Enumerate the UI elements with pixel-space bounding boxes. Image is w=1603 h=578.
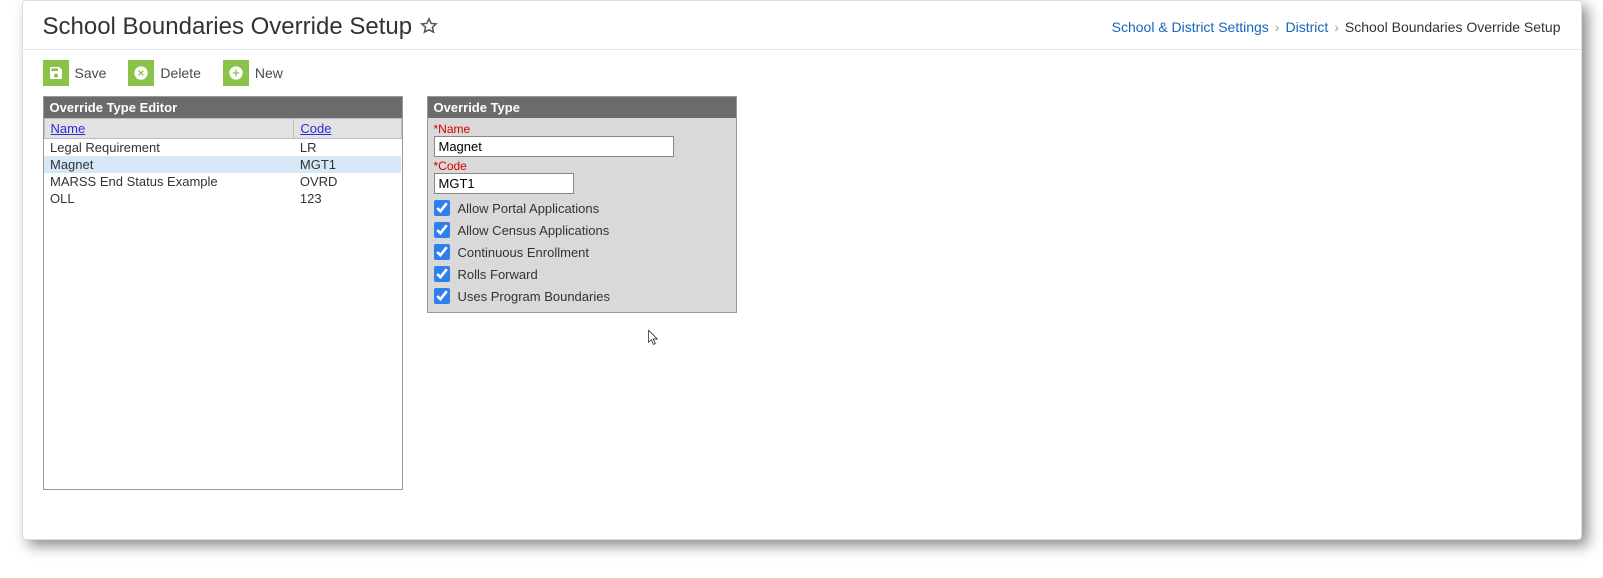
chevron-right-icon: › xyxy=(1334,19,1339,35)
page: School Boundaries Override Setup School … xyxy=(22,0,1582,540)
cell-code: MGT1 xyxy=(294,156,401,173)
save-label: Save xyxy=(75,65,107,81)
table-row[interactable]: Legal RequirementLR xyxy=(44,139,401,157)
override-type-editor-panel: Override Type Editor Name Code Legal Req… xyxy=(43,96,403,490)
favorite-star-icon[interactable] xyxy=(420,17,438,38)
breadcrumb-link-2[interactable]: District xyxy=(1285,19,1328,35)
delete-icon xyxy=(128,60,154,86)
form-body: *Name *Code Allow Portal Applications All… xyxy=(428,118,736,312)
column-header-code[interactable]: Code xyxy=(294,119,401,139)
type-panel-title: Override Type xyxy=(428,97,736,118)
name-field-label: *Name xyxy=(434,122,730,136)
cell-name: Legal Requirement xyxy=(44,139,294,157)
delete-label: Delete xyxy=(160,65,200,81)
checkbox-3[interactable] xyxy=(434,266,450,282)
content: Override Type Editor Name Code Legal Req… xyxy=(23,96,1581,510)
delete-button[interactable]: Delete xyxy=(128,60,200,86)
column-header-name[interactable]: Name xyxy=(44,119,294,139)
breadcrumb-link-1[interactable]: School & District Settings xyxy=(1112,19,1269,35)
checkbox-label: Continuous Enrollment xyxy=(458,245,590,260)
editor-panel-title: Override Type Editor xyxy=(44,97,402,118)
new-icon xyxy=(223,60,249,86)
checkbox-row: Continuous Enrollment xyxy=(434,244,730,260)
chevron-right-icon: › xyxy=(1275,19,1280,35)
page-title: School Boundaries Override Setup xyxy=(43,13,413,41)
cell-name: OLL xyxy=(44,190,294,207)
checkbox-2[interactable] xyxy=(434,244,450,260)
cell-code: OVRD xyxy=(294,173,401,190)
new-button[interactable]: New xyxy=(223,60,283,86)
title-group: School Boundaries Override Setup xyxy=(43,13,439,41)
checkbox-0[interactable] xyxy=(434,200,450,216)
toolbar: Save Delete New xyxy=(23,50,1581,96)
checkbox-label: Allow Census Applications xyxy=(458,223,610,238)
checkbox-4[interactable] xyxy=(434,288,450,304)
checkbox-row: Rolls Forward xyxy=(434,266,730,282)
checkbox-row: Allow Census Applications xyxy=(434,222,730,238)
editor-table: Name Code Legal RequirementLRMagnetMGT1M… xyxy=(44,118,402,207)
checkbox-row: Uses Program Boundaries xyxy=(434,288,730,304)
code-field-label: *Code xyxy=(434,159,730,173)
checkbox-label: Rolls Forward xyxy=(458,267,538,282)
save-button[interactable]: Save xyxy=(43,60,107,86)
checkbox-1[interactable] xyxy=(434,222,450,238)
table-row[interactable]: MARSS End Status ExampleOVRD xyxy=(44,173,401,190)
checkbox-label: Uses Program Boundaries xyxy=(458,289,610,304)
name-input[interactable] xyxy=(434,136,674,157)
cell-name: Magnet xyxy=(44,156,294,173)
cell-code: LR xyxy=(294,139,401,157)
new-label: New xyxy=(255,65,283,81)
checkbox-label: Allow Portal Applications xyxy=(458,201,600,216)
cell-code: 123 xyxy=(294,190,401,207)
checkbox-row: Allow Portal Applications xyxy=(434,200,730,216)
code-input[interactable] xyxy=(434,173,574,194)
table-header-row: Name Code xyxy=(44,119,401,139)
save-icon xyxy=(43,60,69,86)
override-type-panel: Override Type *Name *Code Allow Portal A… xyxy=(427,96,737,313)
header: School Boundaries Override Setup School … xyxy=(23,1,1581,50)
editor-grid: Name Code Legal RequirementLRMagnetMGT1M… xyxy=(44,118,402,489)
breadcrumb: School & District Settings › District › … xyxy=(1112,19,1561,35)
breadcrumb-current: School Boundaries Override Setup xyxy=(1345,19,1561,35)
table-row[interactable]: MagnetMGT1 xyxy=(44,156,401,173)
table-row[interactable]: OLL123 xyxy=(44,190,401,207)
cell-name: MARSS End Status Example xyxy=(44,173,294,190)
